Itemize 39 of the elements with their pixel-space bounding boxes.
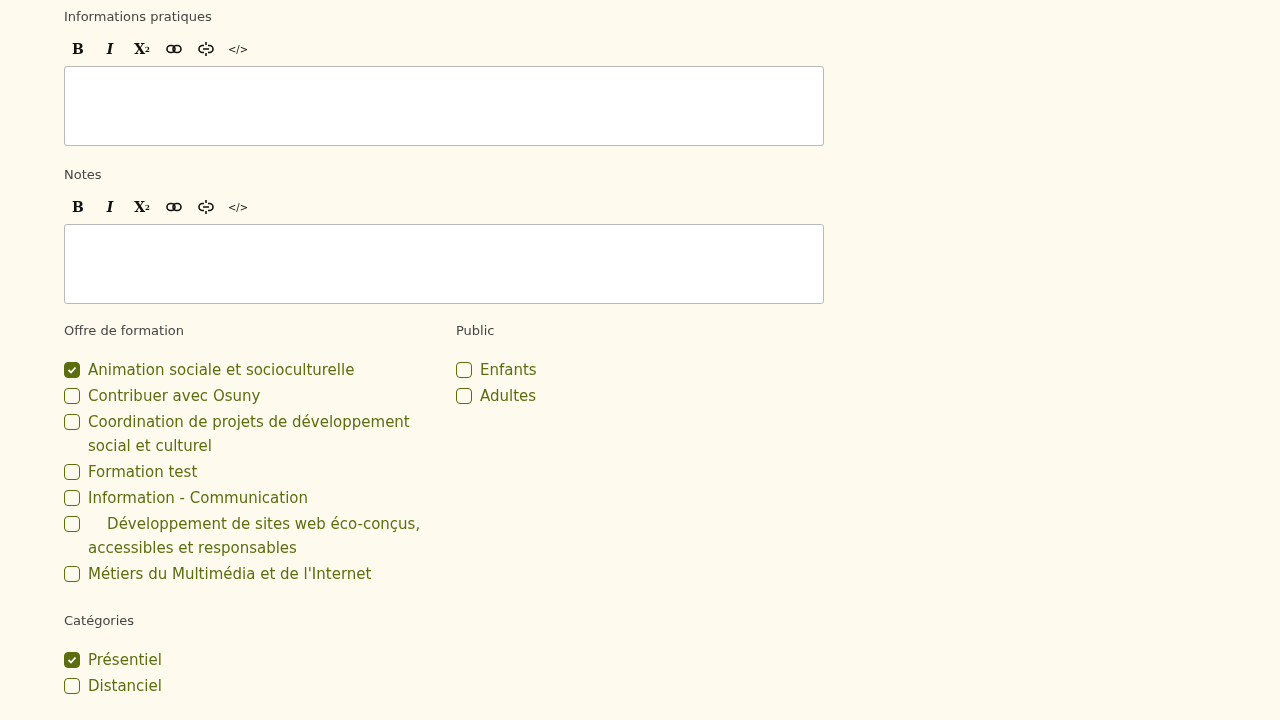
checkbox[interactable]: [64, 464, 80, 480]
code-button[interactable]: </>: [224, 38, 252, 60]
option-label: Information - Communication: [88, 488, 308, 509]
superscript-button[interactable]: X$^{2}$: [128, 38, 156, 60]
checkbox[interactable]: [456, 388, 472, 404]
option-label: Formation test: [88, 462, 198, 483]
option-label: Métiers du Multimédia et de l'Internet: [88, 564, 372, 585]
checkbox[interactable]: [64, 566, 80, 582]
bold-button[interactable]: B: [64, 38, 92, 60]
rich-text-field[interactable]: [64, 66, 824, 146]
superscript-button[interactable]: X$^{2}$: [128, 196, 156, 218]
checkbox[interactable]: [64, 414, 80, 430]
checkbox[interactable]: [64, 516, 80, 532]
option-label: Distanciel: [88, 676, 162, 697]
italic-button[interactable]: I: [96, 38, 124, 60]
option-label: Animation sociale et socioculturelle: [88, 360, 355, 381]
bold-button[interactable]: B: [64, 196, 92, 218]
option-label: Coordination de projets de développement social et culturel: [88, 412, 411, 457]
checkbox[interactable]: [64, 362, 80, 378]
option-label: Présentiel: [88, 650, 162, 671]
checkbox[interactable]: [64, 388, 80, 404]
checkbox[interactable]: [64, 678, 80, 694]
field-label: Informations pratiques: [64, 8, 213, 26]
option-label: Enfants: [480, 360, 537, 381]
group-label: Public: [456, 322, 496, 340]
code-button[interactable]: </>: [224, 196, 252, 218]
checkmark-icon: [67, 656, 77, 664]
checkbox[interactable]: [64, 652, 80, 668]
checkmark-icon: [67, 366, 77, 374]
italic-button[interactable]: I: [96, 196, 124, 218]
option-label: Contribuer avec Osuny: [88, 386, 261, 407]
rich-text-field[interactable]: [64, 224, 824, 304]
field-label: Notes: [64, 166, 103, 184]
group-label: Offre de formation: [64, 322, 185, 340]
group-label: Catégories: [64, 612, 136, 630]
checkbox[interactable]: [64, 490, 80, 506]
option-label: Adultes: [480, 386, 537, 407]
option-label: Développement de sites web éco-conçus, accessibles et responsables: [88, 514, 422, 559]
checkbox[interactable]: [456, 362, 472, 378]
